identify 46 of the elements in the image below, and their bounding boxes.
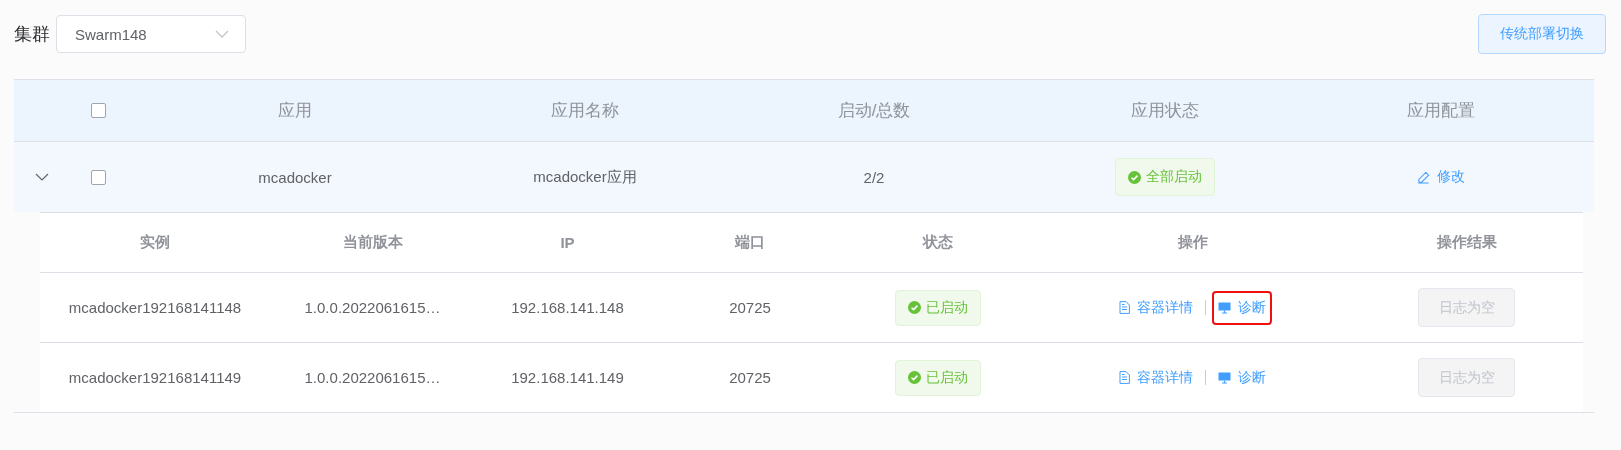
expand-chevron-icon[interactable]: [35, 173, 49, 181]
table-cell: 2/2: [863, 168, 885, 186]
column-header: 端口: [735, 233, 765, 252]
row-checkbox[interactable]: [90, 169, 106, 185]
cluster-label: 集群: [14, 23, 50, 46]
edit-link[interactable]: 修改: [1411, 160, 1471, 194]
cluster-select[interactable]: Swarm148: [56, 15, 246, 53]
table-cell: 192.168.141.148: [511, 299, 624, 316]
check-circle-icon: [907, 371, 921, 384]
column-header: 实例: [140, 233, 170, 252]
column-header: 操作: [1177, 233, 1208, 252]
check-circle-icon: [907, 301, 921, 314]
details-link[interactable]: 容器详情: [1113, 360, 1199, 395]
pencil-icon: [1417, 170, 1430, 184]
column-header: 应用: [278, 100, 312, 122]
table-cell: mcadocker192168141148: [68, 299, 242, 316]
table-cell: 1.0.0.2022061615…: [304, 299, 441, 316]
table-cell: 1.0.0.2022061615…: [304, 369, 441, 386]
column-header: 当前版本: [342, 233, 403, 252]
column-header: 状态: [922, 233, 953, 252]
column-header: 应用名称: [551, 100, 619, 122]
switch-deploy-button[interactable]: 传统部署切换: [1478, 14, 1606, 54]
table-cell: 20725: [729, 299, 771, 316]
status-tag: 已启动: [894, 359, 981, 396]
monitor-icon: [1218, 301, 1231, 314]
diagnose-link[interactable]: 诊断: [1212, 290, 1272, 325]
column-header: 应用状态: [1131, 100, 1199, 122]
table-cell: 192.168.141.149: [511, 369, 624, 386]
column-header: 操作结果: [1436, 233, 1497, 252]
table-cell: mcadocker应用: [533, 167, 637, 187]
table-cell: mcadocker192168141149: [68, 369, 242, 386]
diagnose-link[interactable]: 诊断: [1212, 360, 1272, 395]
check-circle-icon: [1128, 170, 1141, 184]
status-tag: 全部启动: [1115, 158, 1215, 196]
select-all-checkbox[interactable]: [90, 103, 106, 118]
column-header: IP: [560, 234, 575, 251]
monitor-icon: [1218, 371, 1231, 384]
column-header: 应用配置: [1407, 100, 1475, 122]
document-icon: [1119, 301, 1130, 314]
status-tag: 已启动: [894, 289, 981, 326]
column-header: 启动/总数: [837, 100, 911, 122]
chevron-down-icon: [215, 30, 229, 38]
table-cell: mcadocker: [258, 168, 332, 186]
details-link[interactable]: 容器详情: [1113, 290, 1199, 325]
document-icon: [1119, 371, 1130, 384]
table-cell: 20725: [729, 369, 771, 386]
